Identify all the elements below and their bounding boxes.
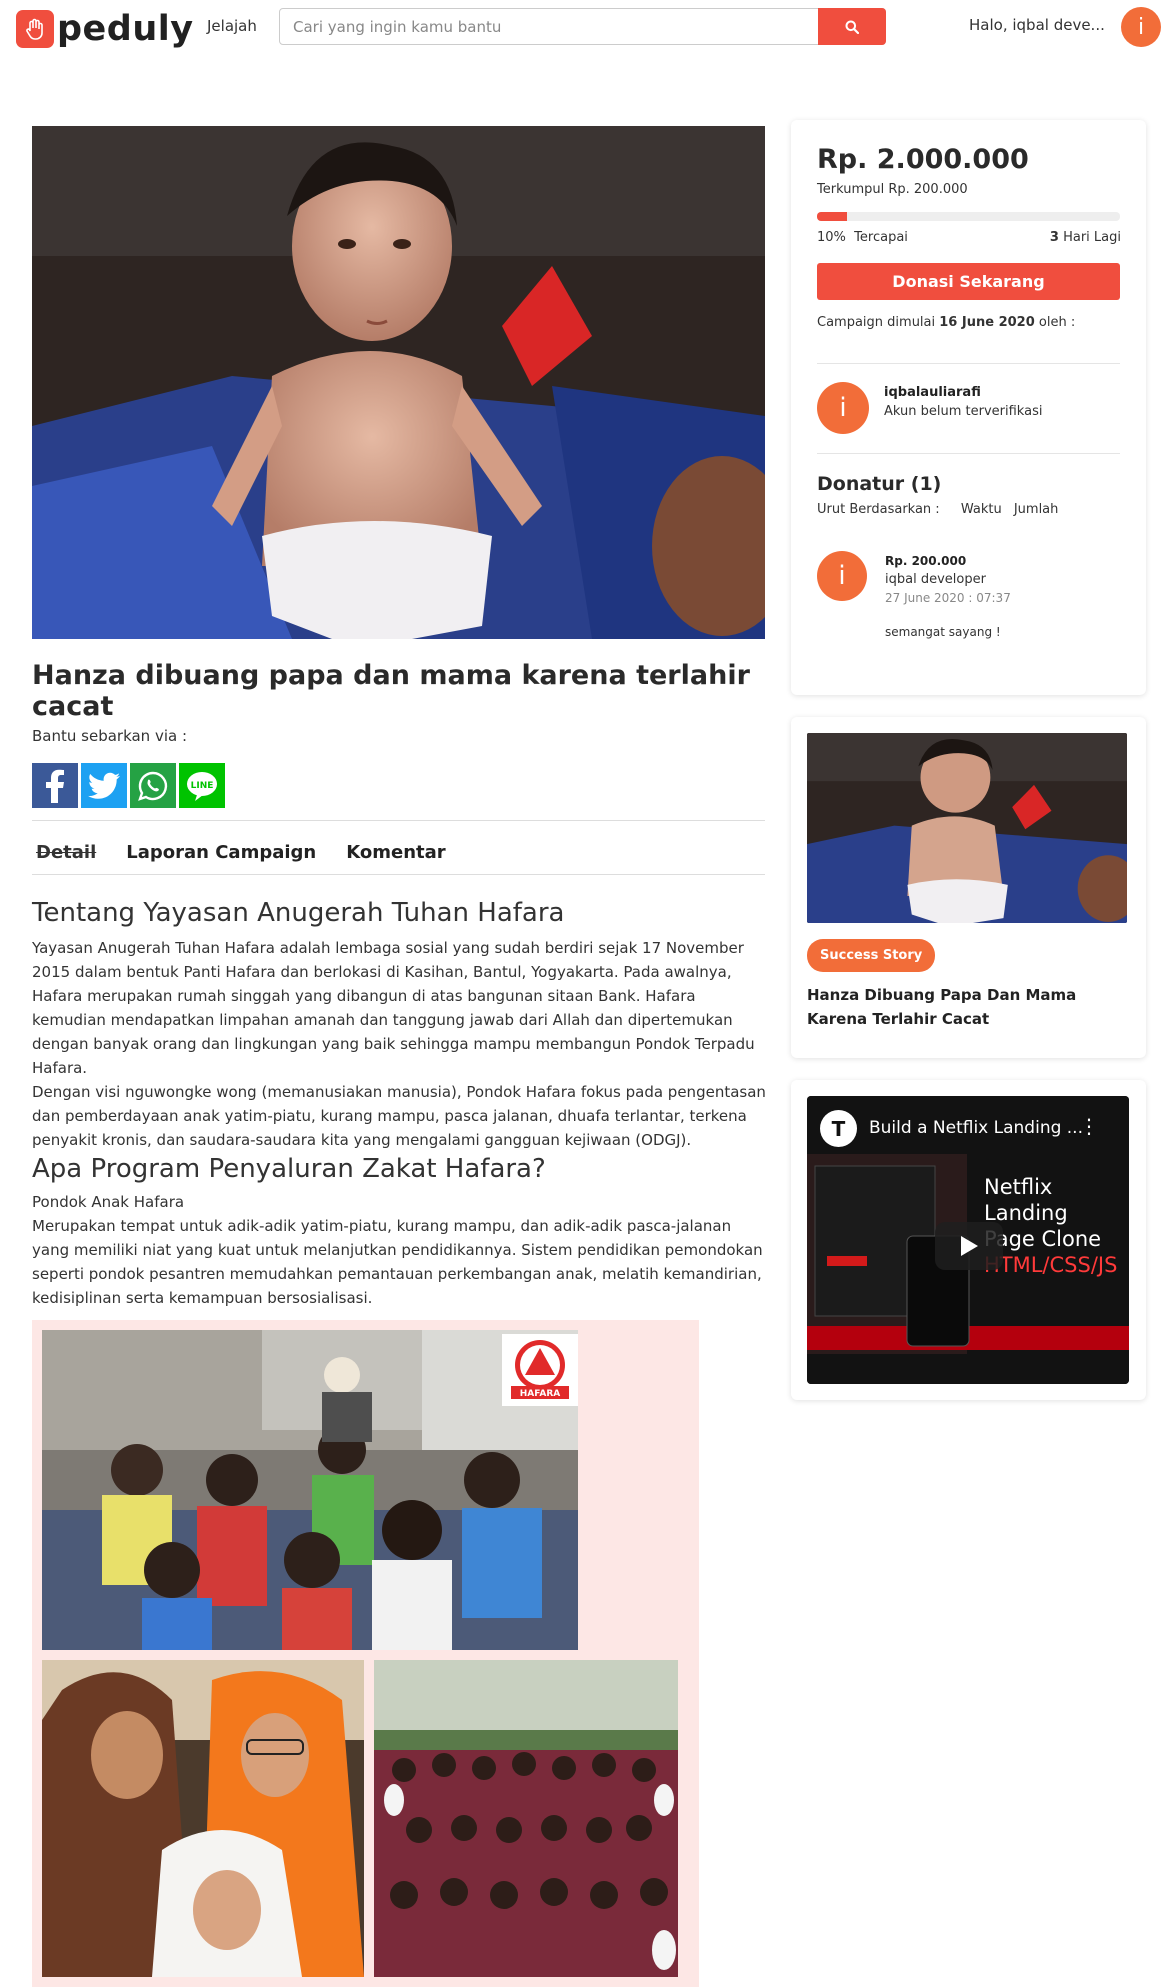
nav-explore-link[interactable]: Jelajah xyxy=(207,17,257,35)
campaign-tabs: Detail Laporan Campaign Komentar xyxy=(36,842,446,863)
sub-heading: Pondok Anak Hafara xyxy=(32,1193,185,1211)
progress-percent: 10% xyxy=(817,230,846,245)
video-title[interactable]: Build a Netflix Landing ... xyxy=(869,1118,1083,1138)
divider xyxy=(32,820,765,821)
donor-sort: Urut Berdasarkan : Waktu Jumlah xyxy=(817,502,1058,517)
line-share-button[interactable]: LINE xyxy=(179,763,225,808)
donor-amount: Rp. 200.000 xyxy=(885,554,967,568)
video-card: T Build a Netflix Landing ... ⋮ Netflix … xyxy=(791,1080,1146,1400)
donate-now-button[interactable]: Donasi Sekarang xyxy=(817,263,1120,300)
tab-komentar[interactable]: Komentar xyxy=(346,842,445,863)
campaign-title: Hanza dibuang papa dan mama karena terla… xyxy=(32,660,750,722)
start-suffix: oleh : xyxy=(1038,315,1076,330)
user-avatar[interactable]: i xyxy=(1121,7,1161,47)
whatsapp-share-button[interactable] xyxy=(130,763,176,808)
user-greeting[interactable]: Halo, iqbal deve... xyxy=(969,16,1105,34)
success-story-title[interactable]: Hanza Dibuang Papa Dan Mama Karena Terla… xyxy=(807,983,1137,1031)
section-heading: Apa Program Penyaluran Zakat Hafara? xyxy=(32,1154,546,1184)
divider xyxy=(817,363,1120,364)
progress-fill xyxy=(817,212,848,221)
brand-name: peduly xyxy=(57,9,194,49)
facebook-icon xyxy=(46,769,64,803)
donor-date: 27 June 2020 : 07:37 xyxy=(885,591,1011,605)
organizer-name[interactable]: iqbalauliarafi xyxy=(884,385,981,400)
sort-label: Urut Berdasarkan : xyxy=(817,502,940,517)
navbar: peduly Jelajah Halo, iqbal deve... i xyxy=(0,0,1166,54)
facebook-share-button[interactable] xyxy=(32,763,78,808)
play-button[interactable] xyxy=(935,1222,1003,1270)
progress-percent-text: 10% Tercapai xyxy=(817,230,908,245)
donation-progress-bar xyxy=(817,212,1120,221)
start-date: 16 June 2020 xyxy=(939,315,1035,330)
search-icon xyxy=(845,20,859,34)
children-group-photo xyxy=(42,1330,578,1650)
share-label: Bantu sebarkan via : xyxy=(32,727,188,745)
campaign-start-info: Campaign dimulai 16 June 2020 oleh : xyxy=(817,315,1075,330)
donor-message: semangat sayang ! xyxy=(885,625,1001,639)
divider xyxy=(817,453,1120,454)
search-input[interactable] xyxy=(280,9,820,44)
paragraph: Dengan visi nguwongke wong (memanusiakan… xyxy=(32,1083,766,1149)
thumbnail-line: Netflix Landing xyxy=(984,1175,1068,1225)
tab-detail[interactable]: Detail xyxy=(36,842,96,863)
donor-name: iqbal developer xyxy=(885,572,986,587)
twitter-share-button[interactable] xyxy=(81,763,127,808)
channel-logo[interactable]: T xyxy=(820,1110,857,1147)
sort-by-time[interactable]: Waktu xyxy=(961,502,1002,517)
organizer-avatar[interactable]: i xyxy=(817,382,869,434)
sort-by-amount[interactable]: Jumlah xyxy=(1014,502,1059,517)
kebab-menu-icon[interactable]: ⋮ xyxy=(1079,1114,1099,1138)
paragraph: Merupakan tempat untuk adik-adik yatim-p… xyxy=(32,1217,763,1307)
donor-avatar: i xyxy=(817,551,867,601)
section-heading: Tentang Yayasan Anugerah Tuhan Hafara xyxy=(32,898,565,928)
days-left-label: Hari Lagi xyxy=(1063,230,1121,245)
whatsapp-icon xyxy=(138,771,168,801)
share-buttons: LINE xyxy=(32,763,225,808)
hafara-logo: HAFARA xyxy=(502,1334,578,1406)
hafara-photo-collage: HAFARA xyxy=(32,1320,699,1987)
twitter-icon xyxy=(88,772,120,799)
days-left-text: 3 Hari Lagi xyxy=(1050,230,1121,245)
search-bar xyxy=(279,8,886,45)
campaign-hero-image xyxy=(32,126,765,639)
search-button[interactable] xyxy=(818,8,886,45)
success-story-badge: Success Story xyxy=(807,939,936,972)
progress-reached-label: Tercapai xyxy=(854,230,908,245)
days-left-count: 3 xyxy=(1049,230,1059,245)
hafara-logo-text: HAFARA xyxy=(520,1389,561,1399)
brand-logo[interactable]: peduly xyxy=(16,10,194,48)
youtube-video-embed[interactable]: T Build a Netflix Landing ... ⋮ Netflix … xyxy=(807,1096,1129,1384)
start-prefix: Campaign dimulai xyxy=(817,315,936,330)
divider xyxy=(32,874,765,875)
organizer-verification-status: Akun belum terverifikasi xyxy=(884,404,1043,419)
donation-collected: Terkumpul Rp. 200.000 xyxy=(817,182,968,197)
video-thumbnail-text: Netflix Landing Page Clone HTML/CSS/JS xyxy=(984,1174,1129,1278)
play-icon xyxy=(961,1236,978,1256)
women-portrait-photo xyxy=(42,1660,364,1977)
line-icon: LINE xyxy=(187,771,217,801)
donation-goal: Rp. 2.000.000 xyxy=(817,144,1029,175)
svg-text:LINE: LINE xyxy=(191,781,214,791)
hand-icon xyxy=(16,10,54,48)
success-story-image[interactable] xyxy=(807,733,1127,923)
thumbnail-line: Page Clone xyxy=(984,1227,1102,1251)
success-story-card[interactable]: Success Story Hanza Dibuang Papa Dan Mam… xyxy=(791,717,1146,1058)
donors-title: Donatur (1) xyxy=(817,473,942,495)
tab-laporan-campaign[interactable]: Laporan Campaign xyxy=(126,842,316,863)
students-group-photo xyxy=(374,1660,678,1977)
donation-card: Rp. 2.000.000 Terkumpul Rp. 200.000 10% … xyxy=(791,120,1146,695)
paragraph: Yayasan Anugerah Tuhan Hafara adalah lem… xyxy=(32,939,755,1077)
campaign-description: Tentang Yayasan Anugerah Tuhan Hafara Ya… xyxy=(32,896,772,1310)
thumbnail-line: HTML/CSS/JS xyxy=(984,1253,1118,1277)
